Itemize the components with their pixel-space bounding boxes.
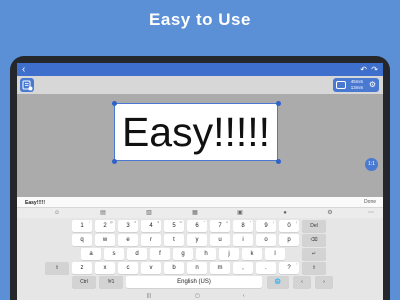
key-m[interactable]: m [210,262,230,274]
settings-icon[interactable]: ⚙ [326,209,334,217]
shift-icon: ⇧ [54,265,60,271]
key-i[interactable]: i [233,234,253,246]
resize-handle-top-left[interactable] [112,101,117,106]
language-key[interactable]: 🌐 [267,276,289,288]
symbols-key[interactable]: !#1 [99,276,123,288]
app-bar: ‹ ↶ ↷ [17,63,383,76]
tape-settings-button[interactable]: 45mm 13mm ⚙ [333,78,379,92]
key-r[interactable]: r [141,234,161,246]
key-w[interactable]: w [95,234,115,246]
label-template-button[interactable] [20,78,34,92]
system-nav-bar: ||| ▢ ‹ [17,293,383,300]
key-7[interactable]: 7 & [210,220,230,232]
keyboard-toolbar: ☺ ▤ ▧ ▦ ▣ ● ⚙ ⋯ [17,208,383,218]
editor-toolbar: 45mm 13mm ⚙ [17,76,383,94]
emoji-icon[interactable]: ☺ [53,209,61,217]
key-j[interactable]: j [219,248,239,260]
key-9[interactable]: 9( [256,220,276,232]
key-c[interactable]: c [118,262,138,274]
keyboard: 1! 2 @ 3 # 4 $ 5% 6 ^ 7 & 8 * 9( 0) Del q w e … [17,218,383,293]
keyboard-mode-icon[interactable]: ▧ [145,209,153,217]
home-icon[interactable]: ▢ [195,293,200,300]
key-6[interactable]: 6 ^ [187,220,207,232]
key-t[interactable]: t [164,234,184,246]
key-1[interactable]: 1! [72,220,92,232]
key-f[interactable]: f [150,248,170,260]
gear-icon: ⚙ [368,80,376,89]
shift-icon: ⇧ [311,265,317,271]
key-p[interactable]: p [279,234,299,246]
undo-icon[interactable]: ↶ [360,63,367,76]
key-0[interactable]: 0) [279,220,299,232]
app-screen: ‹ ↶ ↷ 45mm 13mm ⚙ Easy!!!!! 1:1 Easy!!!!… [17,63,383,300]
globe-icon: 🌐 [274,279,282,285]
tablet-frame: ‹ ↶ ↷ 45mm 13mm ⚙ Easy!!!!! 1:1 Easy!!!!… [10,56,390,300]
resize-handle-top-right[interactable] [276,101,281,106]
enter-icon: ↵ [311,251,317,257]
backspace-key[interactable]: ⌫ [302,234,326,246]
done-button[interactable]: Done [364,198,376,207]
key-n[interactable]: n [187,262,207,274]
key-v[interactable]: v [141,262,161,274]
key-h[interactable]: h [196,248,216,260]
clipboard-icon[interactable]: ▤ [99,209,107,217]
chevron-left-icon: ‹ [301,279,303,285]
key-2[interactable]: 2 @ [95,220,115,232]
key-q[interactable]: q [72,234,92,246]
more-options-icon[interactable]: ⋯ [367,209,375,217]
shift-key-right[interactable]: ⇧ [302,262,326,274]
redo-icon[interactable]: ↷ [371,63,378,76]
key-o[interactable]: o [256,234,276,246]
key-s[interactable]: s [104,248,124,260]
key-comma[interactable]: , [233,262,253,274]
back-arrow-icon[interactable]: ‹ [22,63,25,76]
key-y[interactable]: y [187,234,207,246]
tape-length: 13mm [350,85,364,90]
key-4[interactable]: 4 $ [141,220,161,232]
key-a[interactable]: a [81,248,101,260]
resize-handle-bottom-right[interactable] [276,159,281,164]
delete-key[interactable]: Del [302,220,326,232]
chevron-right-icon: › [323,279,325,285]
label-preview[interactable]: Easy!!!!! [114,103,278,161]
key-e[interactable]: e [118,234,138,246]
ctrl-key[interactable]: Ctrl [72,276,96,288]
key-3[interactable]: 3 # [118,220,138,232]
key-b[interactable]: b [164,262,184,274]
cursor-left-key[interactable]: ‹ [293,276,311,288]
cursor-right-key[interactable]: › [315,276,333,288]
resize-handle-bottom-left[interactable] [112,159,117,164]
label-template-icon [22,80,33,91]
key-u[interactable]: u [210,234,230,246]
key-z[interactable]: z [72,262,92,274]
space-key[interactable]: English (US) [126,276,262,288]
microphone-icon[interactable]: ● [281,209,289,217]
key-question[interactable]: ?! [279,262,299,274]
recent-apps-icon[interactable]: ||| [147,293,151,300]
key-period[interactable]: . [256,262,276,274]
text-editing-icon[interactable]: ▦ [191,209,199,217]
label-text[interactable]: Easy!!!!! [115,108,277,156]
tape-dimensions: 45mm 13mm [348,79,366,91]
backspace-icon: ⌫ [310,237,318,243]
zoom-button[interactable]: 1:1 [365,158,378,171]
translate-icon[interactable]: ▣ [236,209,244,217]
enter-key[interactable]: ↵ [302,248,326,260]
key-5[interactable]: 5% [164,220,184,232]
back-icon[interactable]: ‹ [243,293,245,300]
text-input-row: Done [17,197,383,208]
headline: Easy to Use [149,10,251,29]
label-text-input[interactable] [25,198,345,207]
label-canvas: Easy!!!!! 1:1 [17,94,383,197]
key-8[interactable]: 8 * [233,220,253,232]
tape-icon [336,81,346,89]
key-k[interactable]: k [242,248,262,260]
shift-key-left[interactable]: ⇧ [45,262,69,274]
key-l[interactable]: l [265,248,285,260]
key-x[interactable]: x [95,262,115,274]
key-g[interactable]: g [173,248,193,260]
key-d[interactable]: d [127,248,147,260]
